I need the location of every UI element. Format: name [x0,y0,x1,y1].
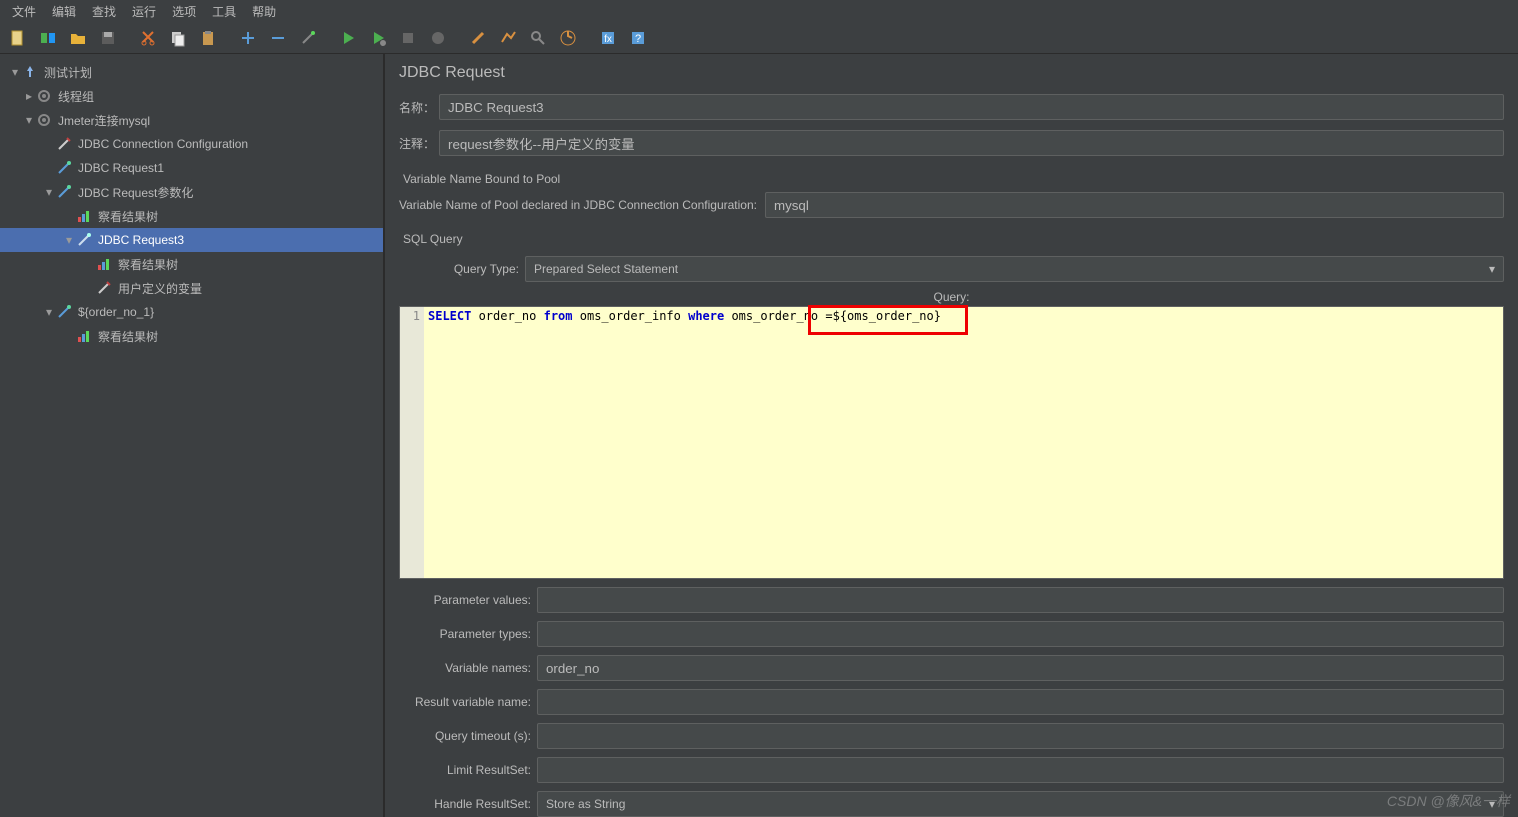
tree-view-results-2-label: 察看结果树 [118,256,178,273]
name-input[interactable] [439,94,1504,120]
tree-jdbc-req-param[interactable]: ▾ JDBC Request参数化 [0,180,383,204]
plus-icon[interactable] [234,24,262,52]
tree-test-plan[interactable]: ▾ 测试计划 [0,60,383,84]
query-type-select[interactable]: Prepared Select Statement ▾ [525,256,1504,282]
menu-bar: 文件 编辑 查找 运行 选项 工具 帮助 [0,0,1518,22]
handle-result-label: Handle ResultSet: [399,797,531,811]
highlight-box [808,305,968,335]
tree-jmeter-mysql[interactable]: ▾ Jmeter连接mysql [0,108,383,132]
tree-order-no[interactable]: ▾ ${order_no_1} [0,300,383,324]
copy-icon[interactable] [164,24,192,52]
tree-jdbc-req1-label: JDBC Request1 [78,161,164,175]
tree-user-vars-label: 用户定义的变量 [118,280,202,297]
limit-result-label: Limit ResultSet: [399,763,531,777]
new-icon[interactable] [4,24,32,52]
pool-label: Variable Name of Pool declared in JDBC C… [399,198,757,212]
tree-jdbc-conn-label: JDBC Connection Configuration [78,137,248,151]
query-type-value: Prepared Select Statement [534,262,678,276]
run-noTimers-icon[interactable] [364,24,392,52]
tree-thread-group[interactable]: ▸ 线程组 [0,84,383,108]
tree-test-plan-label: 测试计划 [44,64,92,81]
param-types-label: Parameter types: [399,627,531,641]
query-timeout-input[interactable] [537,723,1504,749]
chevron-down-icon: ▾ [1489,262,1495,276]
svg-text:fx: fx [604,34,612,45]
tree-order-no-label: ${order_no_1} [78,305,154,319]
reset-search-icon[interactable] [554,24,582,52]
minus-icon[interactable] [264,24,292,52]
menu-tools[interactable]: 工具 [204,1,244,22]
tree-thread-group-label: 线程组 [58,88,94,105]
param-values-label: Parameter values: [399,593,531,607]
menu-run[interactable]: 运行 [124,1,164,22]
query-timeout-label: Query timeout (s): [399,729,531,743]
tree-view-results-1-label: 察看结果树 [98,208,158,225]
clear-icon[interactable] [464,24,492,52]
svg-text:?: ? [635,33,641,45]
cut-icon[interactable] [134,24,162,52]
tree-jdbc-conn[interactable]: JDBC Connection Configuration [0,132,383,156]
tree-jdbc-req3-label: JDBC Request3 [98,233,184,247]
panel-title: JDBC Request [399,64,1504,82]
clear-all-icon[interactable] [494,24,522,52]
tree-jmeter-mysql-label: Jmeter连接mysql [58,112,150,129]
var-names-label: Variable names: [399,661,531,675]
tree-view-results-2[interactable]: 察看结果树 [0,252,383,276]
limit-result-input[interactable] [537,757,1504,783]
stop-icon[interactable] [394,24,422,52]
kw-select: SELECT [428,309,471,323]
handle-result-select[interactable]: Store as String ▾ [537,791,1504,817]
shutdown-icon[interactable] [424,24,452,52]
search-toolbar-icon[interactable] [524,24,552,52]
tree-jdbc-req-param-label: JDBC Request参数化 [78,184,193,201]
wand-icon[interactable] [294,24,322,52]
comment-label: 注释： [399,135,439,152]
result-var-input[interactable] [537,689,1504,715]
content-panel: JDBC Request 名称： 注释： Variable Name Bound… [385,54,1518,817]
sql-section-label: SQL Query [403,232,1504,246]
tree-user-vars[interactable]: 用户定义的变量 [0,276,383,300]
tree-view-results-3[interactable]: 察看结果树 [0,324,383,348]
tree-panel[interactable]: ▾ 测试计划 ▸ 线程组 ▾ Jmeter连接mysql JDBC Connec… [0,54,385,817]
kw-where: where [688,309,724,323]
var-names-input[interactable] [537,655,1504,681]
menu-options[interactable]: 选项 [164,1,204,22]
templates-icon[interactable] [34,24,62,52]
sql-part1: order_no [471,309,543,323]
param-types-input[interactable] [537,621,1504,647]
pool-input[interactable] [765,192,1504,218]
sql-part2: oms_order_info [573,309,689,323]
menu-search[interactable]: 查找 [84,1,124,22]
tree-view-results-1[interactable]: 察看结果树 [0,204,383,228]
name-label: 名称： [399,99,439,116]
code-area[interactable]: SELECT order_no from oms_order_info wher… [424,307,1503,578]
paste-icon[interactable] [194,24,222,52]
save-icon[interactable] [94,24,122,52]
function-icon[interactable]: fx [594,24,622,52]
tree-jdbc-req1[interactable]: JDBC Request1 [0,156,383,180]
run-icon[interactable] [334,24,362,52]
menu-help[interactable]: 帮助 [244,1,284,22]
help-icon[interactable]: ? [624,24,652,52]
splitter-handle[interactable] [383,474,385,494]
query-type-label: Query Type: [399,262,519,276]
handle-result-value: Store as String [546,797,625,811]
param-values-input[interactable] [537,587,1504,613]
menu-file[interactable]: 文件 [4,1,44,22]
query-label: Query: [399,290,1504,304]
pool-section-label: Variable Name Bound to Pool [403,172,1504,186]
comment-input[interactable] [439,130,1504,156]
open-icon[interactable] [64,24,92,52]
result-var-label: Result variable name: [399,695,531,709]
kw-from: from [544,309,573,323]
toolbar: fx ? [0,22,1518,54]
watermark: CSDN @像风&一样 [1387,791,1510,811]
menu-edit[interactable]: 编辑 [44,1,84,22]
tree-view-results-3-label: 察看结果树 [98,328,158,345]
tree-jdbc-req3[interactable]: ▾ JDBC Request3 [0,228,383,252]
sql-editor[interactable]: 1 SELECT order_no from oms_order_info wh… [399,306,1504,579]
gutter: 1 [400,307,424,578]
